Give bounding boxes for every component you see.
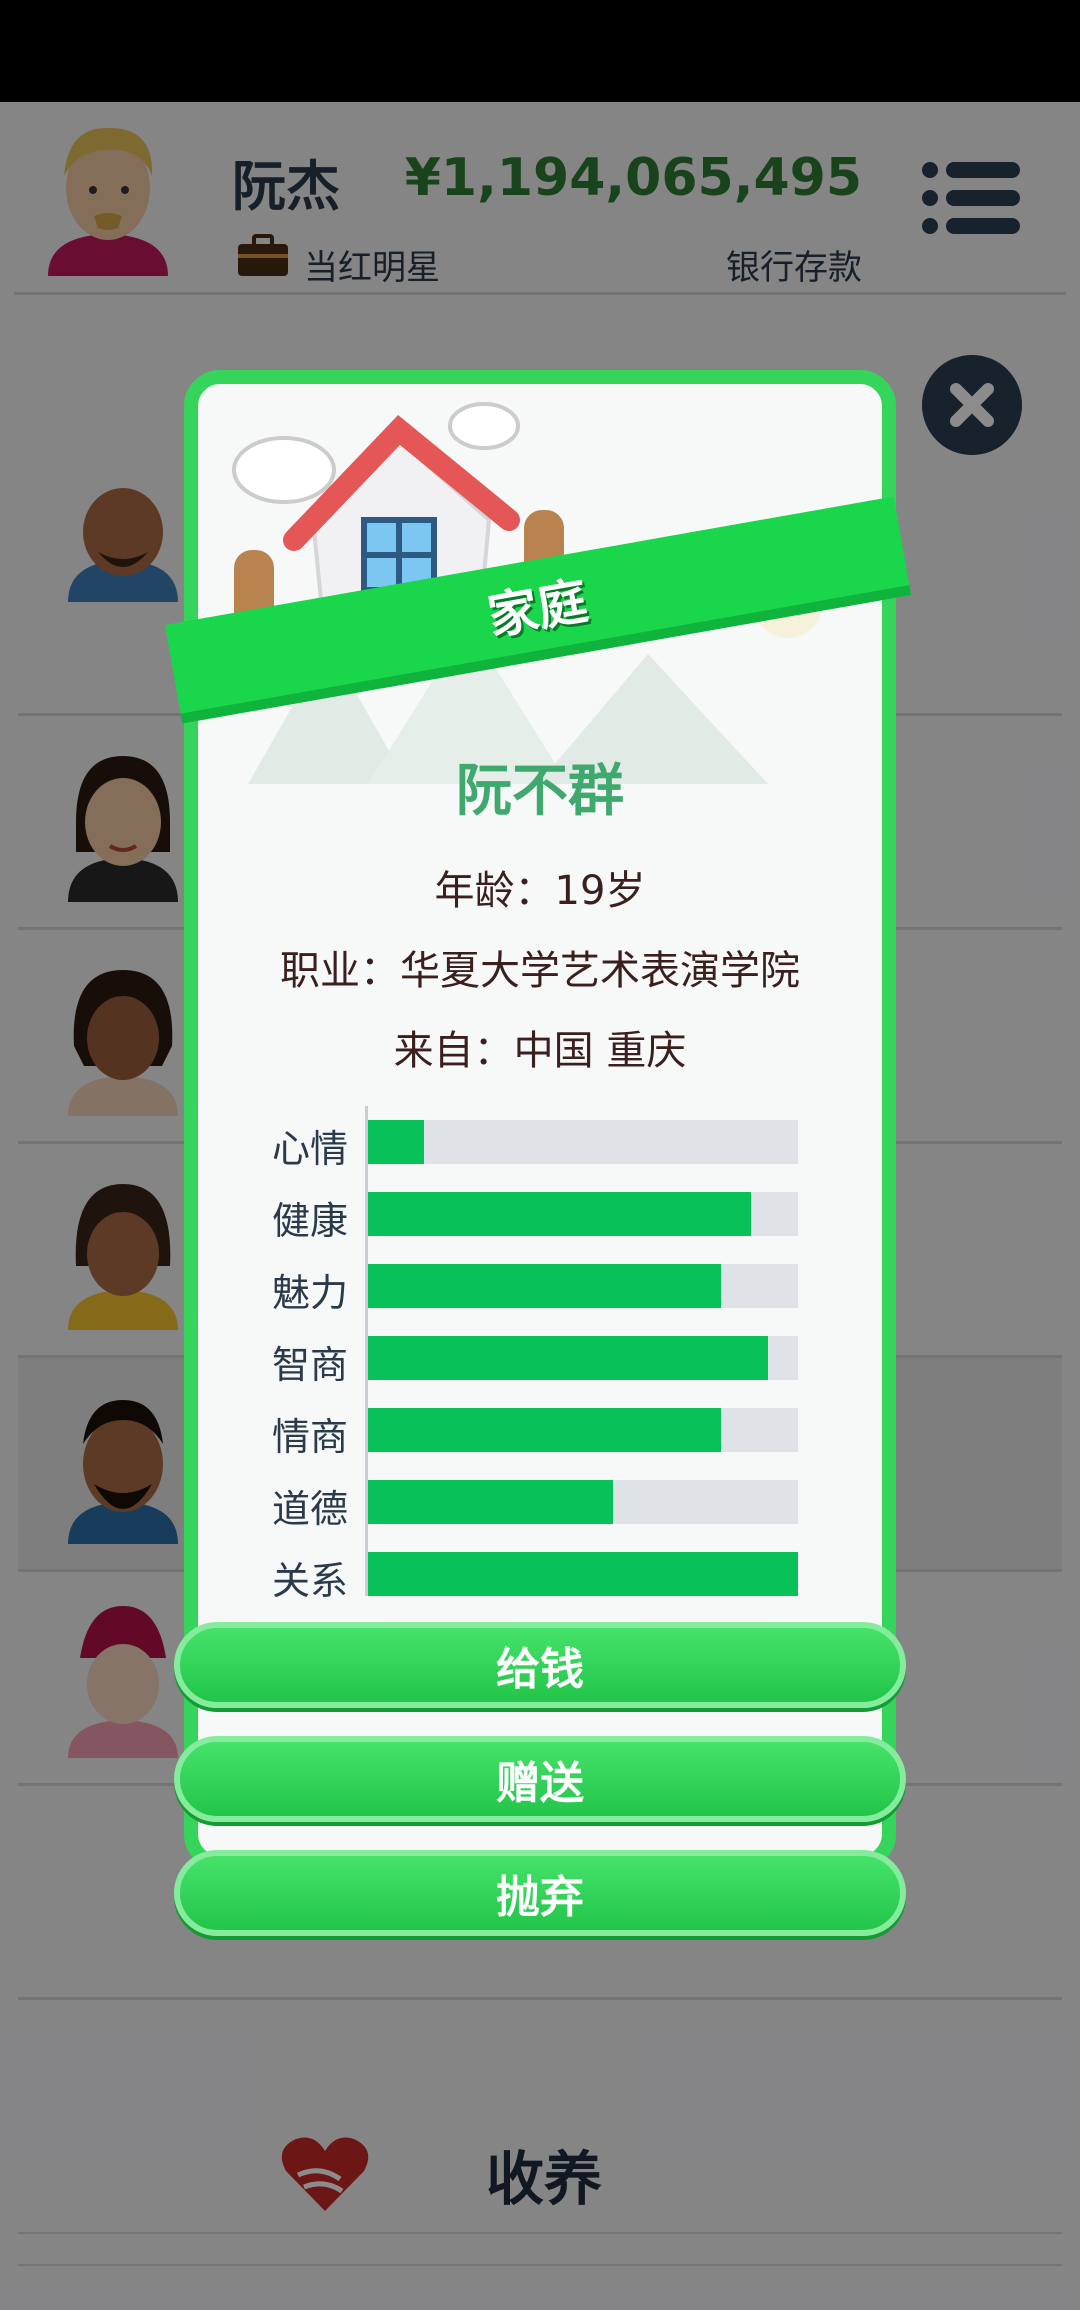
stat-bar-fill	[368, 1408, 721, 1452]
stat-label: 情商	[272, 1415, 349, 1459]
stat-bar-track	[368, 1408, 798, 1452]
abandon-button[interactable]: 抛弃	[174, 1850, 906, 1936]
stat-label: 健康	[272, 1199, 349, 1243]
member-name: 阮不群	[456, 759, 624, 824]
stat-bar-fill	[368, 1552, 798, 1596]
stat-bar-fill	[368, 1120, 424, 1164]
stat-label: 魅力	[272, 1271, 349, 1315]
stat-bar-track	[368, 1552, 798, 1596]
give-money-button[interactable]: 给钱	[174, 1622, 906, 1708]
member-occupation: 职业：华夏大学艺术表演学院	[280, 948, 800, 994]
stat-bar-fill	[368, 1192, 751, 1236]
stat-label: 道德	[272, 1487, 349, 1531]
banner-title: 家庭	[483, 571, 593, 647]
stat-bar-fill	[368, 1264, 721, 1308]
gift-button[interactable]: 赠送	[174, 1736, 906, 1822]
stat-bar-fill	[368, 1336, 768, 1380]
member-age: 年龄：19岁	[434, 868, 646, 914]
stat-bar-track	[368, 1264, 798, 1308]
stat-label: 心情	[272, 1127, 349, 1171]
status-bar	[0, 0, 1080, 102]
stat-bar-fill	[368, 1480, 614, 1524]
stat-bar-track	[368, 1480, 798, 1524]
stat-label: 关系	[272, 1559, 349, 1603]
stat-bar-track	[368, 1120, 798, 1164]
stat-bar-track	[368, 1192, 798, 1236]
stat-label: 智商	[272, 1343, 349, 1387]
member-origin: 来自：中国 重庆	[393, 1028, 687, 1074]
stat-bar-track	[368, 1336, 798, 1380]
